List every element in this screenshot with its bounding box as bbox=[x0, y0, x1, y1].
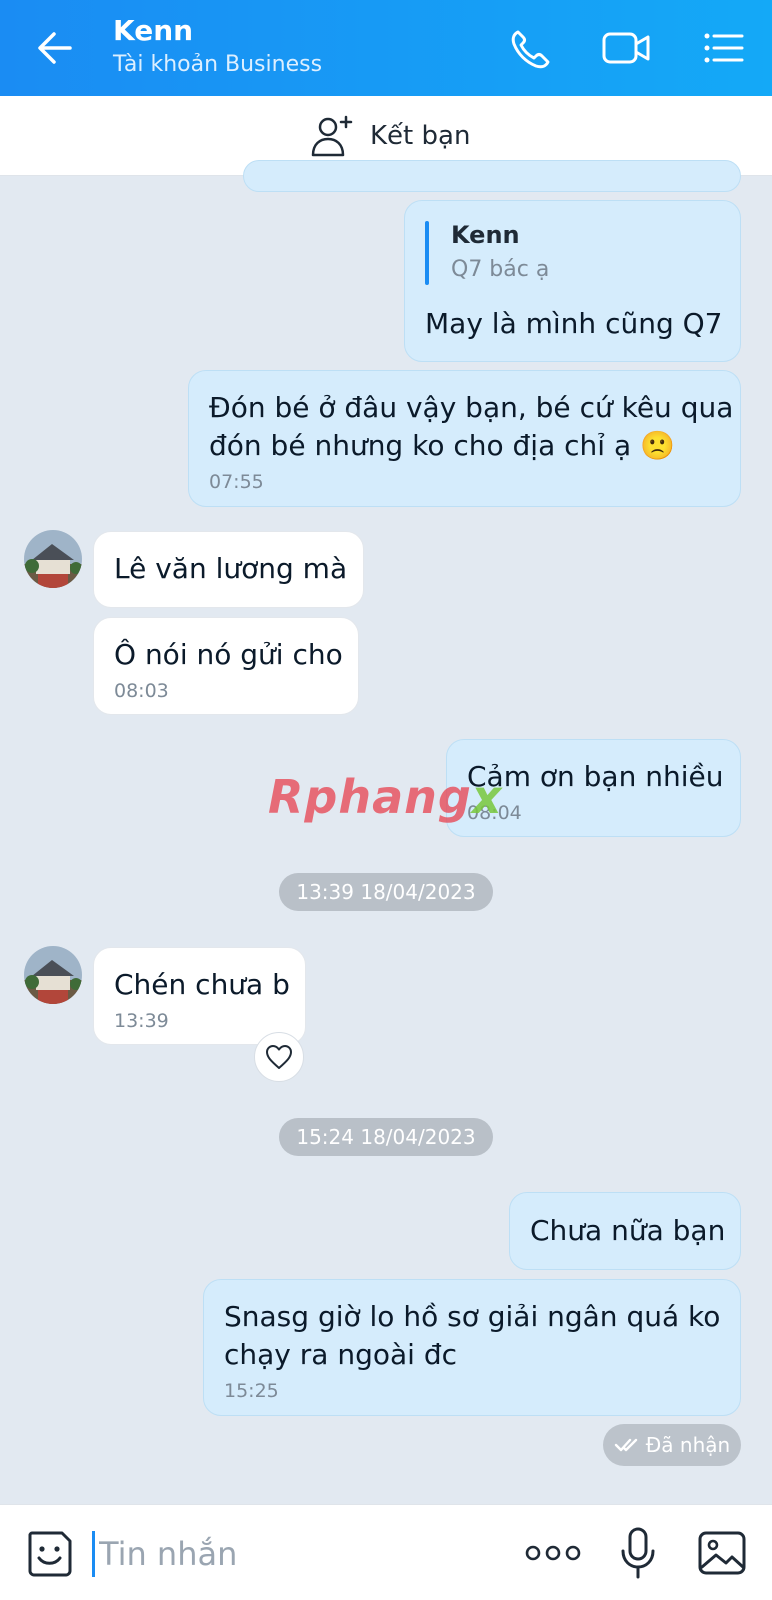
quote-text: Q7 bác ạ bbox=[451, 257, 550, 282]
message-time: 13:39 bbox=[114, 1010, 169, 1032]
more-options-button[interactable] bbox=[524, 1533, 582, 1573]
date-separator: 13:39 18/04/2023 bbox=[279, 873, 493, 911]
message-time: 07:55 bbox=[209, 471, 264, 493]
voice-message-button[interactable] bbox=[618, 1525, 658, 1581]
chat-header: Kenn Tài khoản Business bbox=[0, 0, 772, 96]
message-line: đón bé nhưng ko cho địa chỉ ạ 🙁 bbox=[209, 429, 675, 462]
message-bubble[interactable]: Đón bé ở đâu vậy bạn, bé cứ kêu qua đón … bbox=[188, 370, 741, 507]
image-icon bbox=[698, 1531, 746, 1575]
message-bubble[interactable]: Snasg giờ lo hồ sơ giải ngân quá ko chạy… bbox=[203, 1279, 741, 1416]
contact-avatar[interactable] bbox=[24, 946, 82, 1004]
message-line: Đón bé ở đâu vậy bạn, bé cứ kêu qua bbox=[209, 391, 734, 424]
avatar-house-image bbox=[24, 530, 82, 588]
contact-avatar[interactable] bbox=[24, 530, 82, 588]
contact-name[interactable]: Kenn bbox=[113, 14, 193, 47]
message-text: Cảm ơn bạn nhiều bbox=[467, 760, 724, 793]
back-button[interactable] bbox=[30, 24, 82, 72]
arrow-left-icon bbox=[38, 32, 72, 64]
message-line: Snasg giờ lo hồ sơ giải ngân quá ko bbox=[224, 1300, 721, 1333]
message-text: May là mình cũng Q7 bbox=[425, 307, 723, 340]
message-input-bar bbox=[0, 1504, 772, 1600]
gallery-button[interactable] bbox=[696, 1527, 748, 1579]
options-menu-button[interactable] bbox=[698, 24, 750, 72]
message-bubble-partial[interactable] bbox=[243, 160, 741, 192]
message-text: Chưa nữa bạn bbox=[530, 1214, 726, 1247]
video-camera-icon bbox=[602, 32, 650, 64]
add-friend-label: Kết bạn bbox=[370, 121, 471, 151]
watermark-logo: Rphangx bbox=[268, 770, 503, 824]
voice-call-button[interactable] bbox=[504, 24, 556, 72]
delivery-status-label: Đã nhận bbox=[645, 1433, 731, 1457]
add-friend-button[interactable]: Kết bạn bbox=[310, 110, 470, 162]
list-menu-icon bbox=[704, 33, 744, 63]
add-user-icon bbox=[311, 115, 353, 157]
message-text: Lê văn lương mà bbox=[114, 552, 348, 585]
microphone-icon bbox=[621, 1527, 655, 1579]
double-check-icon bbox=[614, 1438, 637, 1452]
message-line: chạy ra ngoài đc bbox=[224, 1338, 457, 1371]
message-time: 08:04 bbox=[467, 802, 522, 824]
account-type: Tài khoản Business bbox=[113, 52, 323, 77]
quote-indicator bbox=[425, 221, 429, 285]
heart-icon bbox=[266, 1045, 292, 1069]
more-dots-icon bbox=[525, 1545, 581, 1561]
sticker-face-icon bbox=[28, 1531, 72, 1577]
message-bubble[interactable]: Chén chưa b 13:39 bbox=[93, 947, 306, 1045]
message-bubble[interactable]: Lê văn lương mà bbox=[93, 531, 364, 608]
video-call-button[interactable] bbox=[600, 24, 652, 72]
message-bubble-quoted[interactable]: Kenn Q7 bác ạ May là mình cũng Q7 bbox=[404, 200, 741, 362]
watermark-suffix: x bbox=[471, 770, 503, 824]
message-time: 15:25 bbox=[224, 1380, 279, 1402]
date-separator: 15:24 18/04/2023 bbox=[279, 1118, 493, 1156]
message-text: Chén chưa b bbox=[114, 968, 290, 1001]
watermark-main: Rphang bbox=[268, 770, 472, 824]
message-time: 08:03 bbox=[114, 680, 169, 702]
reaction-button[interactable] bbox=[254, 1032, 304, 1082]
message-input[interactable] bbox=[92, 1531, 492, 1577]
message-bubble[interactable]: Chưa nữa bạn bbox=[509, 1192, 741, 1270]
sticker-button[interactable] bbox=[24, 1527, 76, 1579]
delivery-status: Đã nhận bbox=[603, 1424, 741, 1466]
message-text: Ô nói nó gửi cho bbox=[114, 638, 343, 671]
quote-author: Kenn bbox=[451, 221, 520, 249]
phone-icon bbox=[511, 30, 550, 69]
avatar-house-image bbox=[24, 946, 82, 1004]
message-bubble[interactable]: Ô nói nó gửi cho 08:03 bbox=[93, 617, 359, 715]
